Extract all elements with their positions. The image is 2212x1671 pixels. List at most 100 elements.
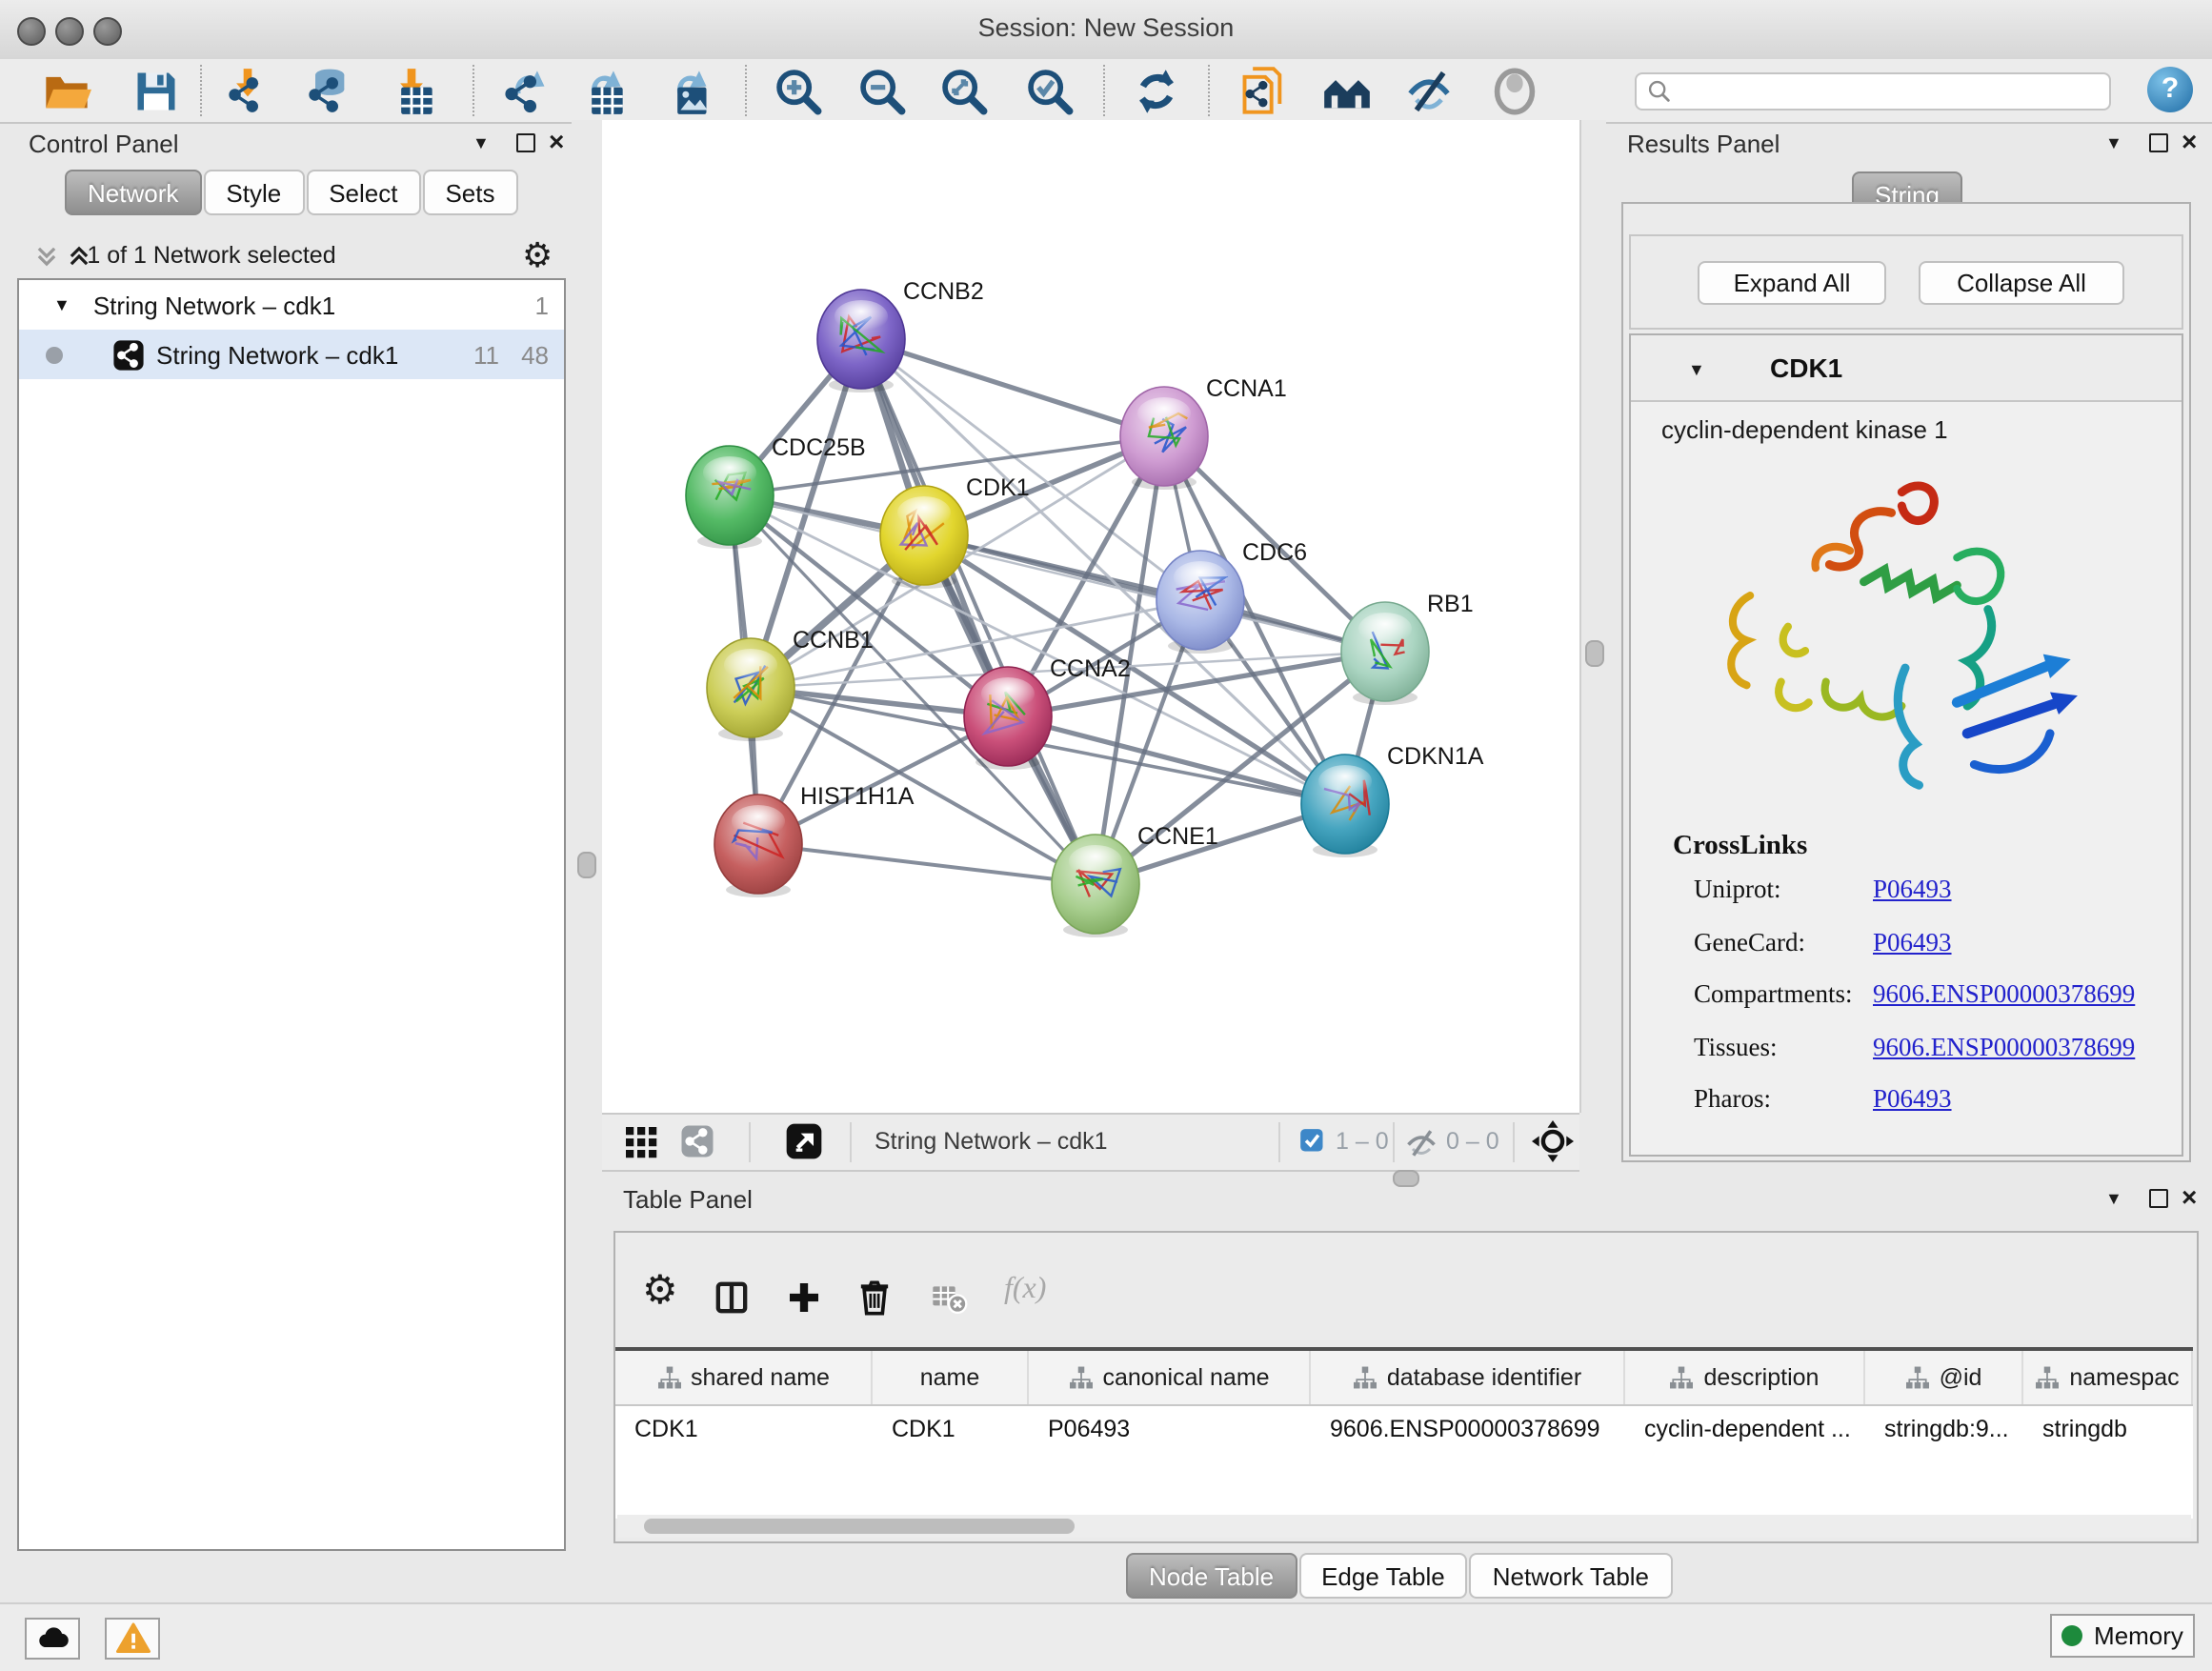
column-header-name[interactable]: name (873, 1351, 1029, 1404)
panel-close-icon[interactable]: × (549, 130, 564, 152)
collapse-all-button[interactable]: Collapse All (1919, 261, 2124, 305)
tab-select[interactable]: Select (306, 170, 420, 215)
open-folder-icon[interactable] (34, 63, 99, 120)
delete-column-icon[interactable] (855, 1278, 894, 1317)
zoom-out-icon[interactable] (850, 63, 915, 120)
zoom-in-icon[interactable] (766, 63, 831, 120)
selected-checkbox-icon[interactable] (1299, 1128, 1326, 1155)
import-database-icon[interactable] (295, 63, 360, 120)
network-node-RB1[interactable]: RB1 (1341, 591, 1474, 705)
import-network-icon[interactable] (215, 63, 280, 120)
control-panel-title: Control Panel (29, 130, 179, 158)
network-node-HIST1H1A[interactable]: HIST1H1A (714, 783, 915, 897)
left-splitter[interactable] (572, 120, 602, 1602)
table-cell[interactable]: cyclin-dependent ... (1625, 1406, 1865, 1456)
panel-close-icon[interactable]: × (2182, 130, 2197, 152)
toolbar-separator (200, 65, 202, 116)
scrollbar-thumb[interactable] (644, 1519, 1075, 1534)
crosshair-icon[interactable] (1532, 1120, 1574, 1162)
network-tree-row[interactable]: ▼ String Network – cdk1 1 (19, 280, 564, 330)
grid-view-icon[interactable] (623, 1124, 657, 1158)
column-header-description[interactable]: description (1625, 1351, 1865, 1404)
network-tree-row[interactable]: String Network – cdk1 11 48 (19, 330, 564, 379)
warnings-button[interactable] (105, 1618, 160, 1660)
right-splitter[interactable] (1581, 120, 1606, 1172)
panel-menu-icon[interactable]: ▼ (473, 131, 490, 154)
tree-expand-icon[interactable]: ▼ (53, 295, 70, 314)
network-node-CCNE1[interactable]: CCNE1 (1052, 823, 1218, 937)
column-header-@id[interactable]: @id (1865, 1351, 2023, 1404)
collapse-section-icon[interactable]: ▼ (1688, 358, 1705, 381)
network-node-CCNB1[interactable]: CCNB1 (707, 627, 874, 741)
import-table-icon[interactable] (379, 63, 444, 120)
export-image-icon[interactable] (655, 63, 720, 120)
refresh-icon[interactable] (1124, 63, 1189, 120)
table-cell[interactable]: stringdb (2023, 1406, 2193, 1456)
network-node-CDC6[interactable]: CDC6 (1156, 539, 1307, 654)
column-header-canonical-name[interactable]: canonical name (1029, 1351, 1311, 1404)
export-network-icon[interactable] (493, 63, 558, 120)
left-splitter-handle[interactable] (577, 852, 596, 878)
home-icon[interactable] (1315, 63, 1379, 120)
columns-icon[interactable] (713, 1278, 751, 1317)
crosslink-value-link[interactable]: 9606.ENSP00000378699 (1873, 1032, 2135, 1062)
hide-panel-icon[interactable] (1397, 63, 1461, 120)
panel-menu-icon[interactable]: ▼ (2105, 1187, 2122, 1210)
toolbar-separator (1103, 65, 1105, 116)
table-cell[interactable]: P06493 (1029, 1406, 1311, 1456)
tab-edge-table[interactable]: Edge Table (1298, 1553, 1468, 1599)
panel-menu-icon[interactable]: ▼ (2105, 131, 2122, 154)
tab-network[interactable]: Network (65, 170, 201, 215)
panel-float-icon[interactable] (2149, 133, 2168, 152)
tab-network-table[interactable]: Network Table (1470, 1553, 1672, 1599)
expand-all-button[interactable]: Expand All (1698, 261, 1886, 305)
status-separator (850, 1122, 852, 1162)
collapse-all-tree-icon[interactable] (34, 244, 59, 269)
panel-close-icon[interactable]: × (2182, 1185, 2197, 1208)
status-separator (1513, 1122, 1515, 1162)
memory-button[interactable]: Memory (2050, 1614, 2195, 1658)
hidden-eye-icon[interactable] (1404, 1126, 1438, 1160)
crosslink-value-link[interactable]: P06493 (1873, 927, 1952, 957)
zoom-fit-icon[interactable] (932, 63, 996, 120)
table-row[interactable]: CDK1CDK1P064939606.ENSP00000378699cyclin… (615, 1406, 2193, 1456)
crosslink-value-link[interactable]: 9606.ENSP00000378699 (1873, 979, 2135, 1010)
network-node-CCNA2[interactable]: CCNA2 (964, 655, 1131, 770)
column-header-database-identifier[interactable]: database identifier (1311, 1351, 1625, 1404)
share-network-icon[interactable] (680, 1124, 714, 1158)
application-window: Session: New Session ? Control Panel ▼ ×… (0, 0, 2212, 1671)
launch-view-icon[interactable] (785, 1122, 823, 1160)
crosslink-value-link[interactable]: P06493 (1873, 1084, 1952, 1115)
export-table-icon[interactable] (570, 63, 634, 120)
show-eye-icon[interactable] (1482, 63, 1547, 120)
node-count: 11 (473, 340, 499, 369)
network-canvas[interactable]: CCNB2 CCNA1 CDC25B CDK1 CDC6 (602, 120, 1581, 1113)
right-splitter-handle[interactable] (1585, 640, 1604, 667)
search-input[interactable] (1673, 76, 2109, 107)
gene-section-header[interactable]: ▼ CDK1 (1631, 335, 2182, 402)
crosslink-value-link[interactable]: P06493 (1873, 875, 1952, 905)
network-options-gear-icon[interactable]: ⚙ (522, 236, 553, 276)
annotation-icon[interactable] (1231, 63, 1296, 120)
column-header-namespac[interactable]: namespac (2023, 1351, 2193, 1404)
tab-node-table[interactable]: Node Table (1126, 1553, 1297, 1599)
node-label-CCNA2: CCNA2 (1050, 655, 1131, 682)
table-cell[interactable]: 9606.ENSP00000378699 (1311, 1406, 1625, 1456)
cloud-button[interactable] (25, 1618, 80, 1660)
tab-sets[interactable]: Sets (422, 170, 517, 215)
help-button[interactable]: ? (2147, 67, 2193, 112)
column-header-shared-name[interactable]: shared name (615, 1351, 873, 1404)
add-column-icon[interactable] (785, 1278, 823, 1317)
network-node-CDKN1A[interactable]: CDKN1A (1301, 743, 1484, 857)
table-cell[interactable]: CDK1 (873, 1406, 1029, 1456)
search-field[interactable] (1635, 72, 2111, 111)
zoom-selected-icon[interactable] (1017, 63, 1082, 120)
table-cell[interactable]: CDK1 (615, 1406, 873, 1456)
table-cell[interactable]: stringdb:9... (1865, 1406, 2023, 1456)
table-horizontal-scrollbar[interactable] (617, 1515, 2191, 1538)
panel-float-icon[interactable] (516, 133, 535, 152)
table-gear-icon[interactable]: ⚙ (642, 1267, 678, 1315)
panel-float-icon[interactable] (2149, 1189, 2168, 1208)
tab-style[interactable]: Style (203, 170, 304, 215)
save-icon[interactable] (124, 63, 189, 120)
